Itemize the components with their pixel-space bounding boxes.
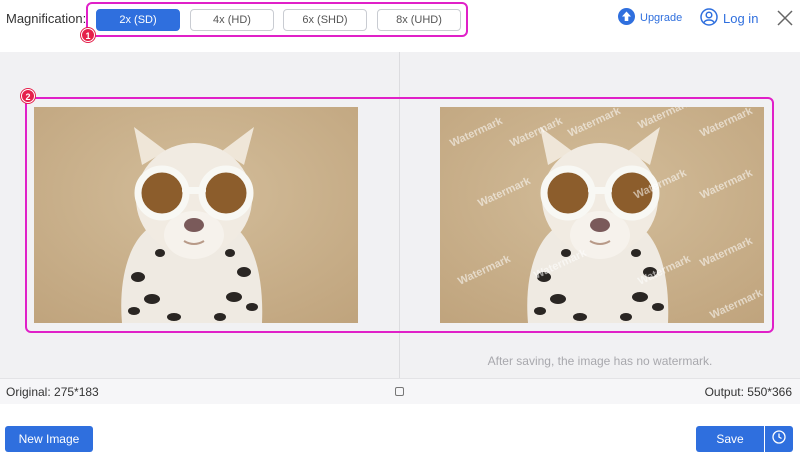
save-button[interactable]: Save: [696, 426, 764, 452]
step-badge-2: 2: [21, 89, 35, 103]
upgrade-arrow-icon: [618, 8, 635, 28]
magnification-8x-button[interactable]: 8x (UHD): [377, 9, 461, 31]
preview-area: Watermark Watermark Watermark Watermark Wate…: [0, 52, 800, 378]
history-clock-icon: [772, 429, 786, 449]
output-size: Output: 550*366: [704, 385, 792, 399]
magnification-4x-button[interactable]: 4x (HD): [190, 9, 274, 31]
step-badge-1: 1: [81, 28, 95, 42]
login-link[interactable]: Log in: [700, 7, 759, 29]
login-label: Log in: [723, 10, 759, 26]
top-toolbar: Magnification: 2x (SD) 4x (HD) 6x (SHD) …: [0, 0, 800, 52]
user-icon: [700, 7, 718, 29]
new-image-button[interactable]: New Image: [5, 426, 93, 452]
bottom-actions: New Image Save: [0, 404, 800, 463]
magnification-2x-button[interactable]: 2x (SD): [96, 9, 180, 31]
magnification-options-highlight: 2x (SD) 4x (HD) 6x (SHD) 8x (UHD): [86, 2, 468, 37]
magnification-6x-button[interactable]: 6x (SHD): [283, 9, 367, 31]
image-info-bar: Original: 275*183 Output: 550*366: [0, 378, 800, 404]
close-icon[interactable]: [776, 9, 794, 27]
preview-images-highlight: [25, 97, 774, 333]
watermark-note: After saving, the image has no watermark…: [487, 354, 713, 368]
history-button[interactable]: [765, 426, 793, 452]
magnification-label: Magnification:: [6, 11, 87, 26]
upgrade-label: Upgrade: [640, 12, 683, 24]
compare-icon[interactable]: [395, 387, 404, 396]
original-size: Original: 275*183: [6, 385, 99, 399]
upgrade-link[interactable]: Upgrade: [618, 8, 683, 28]
